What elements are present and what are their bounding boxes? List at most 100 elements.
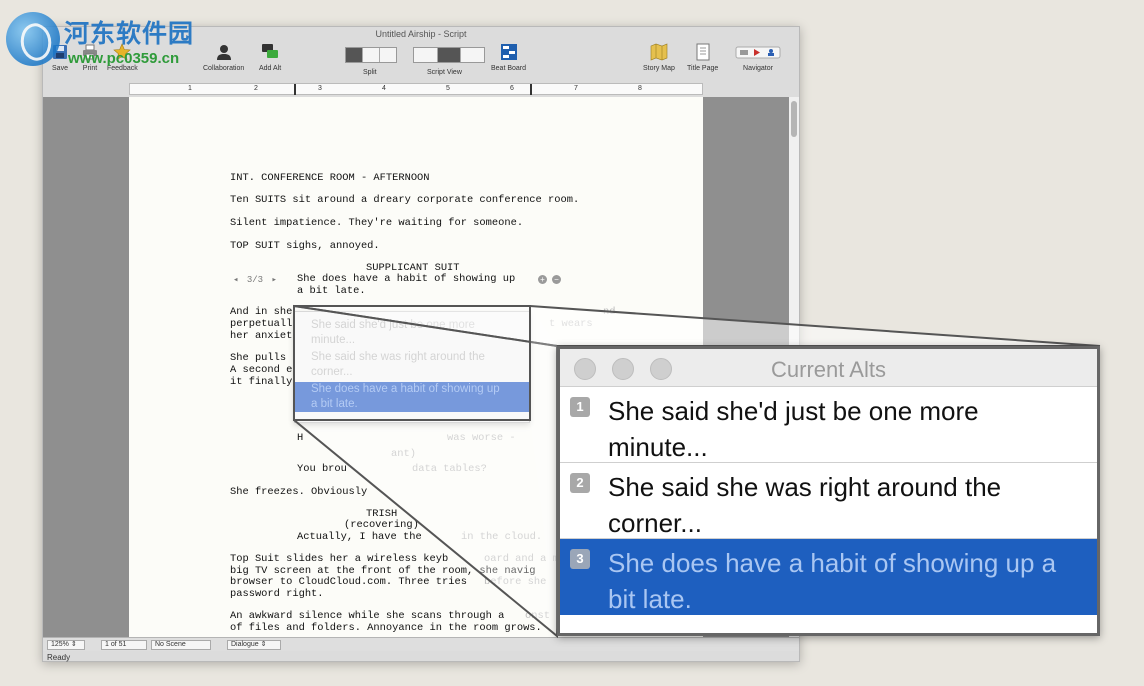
popup-alt-item-selected[interactable]: a bit late. <box>295 397 529 412</box>
alt-item-2[interactable]: 2 She said she was right around the corn… <box>560 463 1097 539</box>
ready-status: Ready <box>47 653 71 662</box>
document-icon <box>696 43 710 61</box>
current-alts-window: Current Alts 1 She said she'd just be on… <box>557 346 1100 636</box>
story-map-label: Story Map <box>643 65 675 72</box>
popup-alt-item[interactable]: She said she was right around the <box>295 350 529 365</box>
split-toggle[interactable] <box>345 47 397 63</box>
ruler[interactable]: 1 2 3 4 5 6 7 8 <box>129 83 703 95</box>
popup-alt-item-selected[interactable]: She does have a habit of showing up <box>295 382 529 397</box>
action-line[interactable]: her anxiet <box>230 330 292 343</box>
dialogue-line[interactable]: Actually, I have the <box>297 531 422 544</box>
navigator-button[interactable]: Navigator <box>735 43 781 72</box>
alt-item-3-selected[interactable]: 3 She does have a habit of showing up a … <box>560 539 1097 615</box>
previous-alt-icon[interactable]: ◂ <box>233 275 238 285</box>
alt-text: She said she'd just be one more minute..… <box>608 396 979 462</box>
dialogue-line-obscured: was worse - <box>447 432 516 444</box>
title-page-button[interactable]: Title Page <box>687 43 718 72</box>
view-page-option[interactable] <box>414 48 438 62</box>
element-select[interactable]: Dialogue ⇕ <box>227 640 281 650</box>
action-line[interactable]: Silent impatience. They're waiting for s… <box>230 217 523 230</box>
split-vertical-option[interactable] <box>363 48 380 62</box>
popup-alt-item[interactable]: minute... <box>295 333 529 348</box>
dialogue-line-obscured: data tables? <box>412 463 487 475</box>
view-split-option[interactable] <box>461 48 484 62</box>
alt-text: She does have a habit of showing up a bi… <box>608 548 1057 614</box>
dialogue-line[interactable]: She does have a habit of showing up <box>297 273 515 286</box>
map-icon <box>650 43 668 61</box>
beat-board-label: Beat Board <box>491 65 527 72</box>
alt-number-badge: 2 <box>570 473 590 493</box>
watermark-title: 河东软件园 <box>64 19 195 48</box>
action-line[interactable]: An awkward silence while she scans throu… <box>230 610 504 623</box>
action-line-obscured: nd <box>603 306 616 318</box>
add-alt-button[interactable]: Add Alt <box>259 43 281 72</box>
title-page-label: Title Page <box>687 65 719 72</box>
scene-value: No Scene <box>155 641 186 648</box>
story-map-button[interactable]: Story Map <box>643 43 675 72</box>
popup-alt-item[interactable]: corner... <box>295 365 529 380</box>
view-normal-option[interactable] <box>437 48 462 62</box>
next-alt-icon[interactable]: ▸ <box>271 275 276 285</box>
action-line-obscured: t wears <box>549 318 593 330</box>
split-single-option[interactable] <box>346 48 363 62</box>
action-line[interactable]: TOP SUIT sighs, annoyed. <box>230 240 380 253</box>
page-value: 1 of 51 <box>105 641 127 648</box>
alts-popup: She said she'd just be one more minute..… <box>294 311 530 423</box>
people-icon <box>216 45 231 60</box>
action-line[interactable]: Ten SUITS sit around a dreary corporate … <box>230 194 579 207</box>
dialogue-line-obscured: in the cloud. <box>461 531 543 543</box>
action-line[interactable]: She freezes. Obviously <box>230 486 367 499</box>
action-line[interactable]: password right. <box>230 588 324 601</box>
split-label: Split <box>363 69 377 76</box>
stepper-icon: ⇕ <box>260 641 267 648</box>
remove-alt-icon[interactable]: − <box>552 275 561 284</box>
watermark-logo-icon <box>6 12 60 66</box>
scrollbar-thumb[interactable] <box>791 101 797 137</box>
action-line-obscured: before she <box>484 576 547 588</box>
current-alts-titlebar: Current Alts <box>560 349 1097 387</box>
action-line[interactable]: A second e <box>230 364 292 377</box>
element-value: Dialogue <box>231 641 259 648</box>
action-line[interactable]: And in she <box>230 306 292 319</box>
status-bar: 125% ⇕ 1 of 51 No Scene Dialogue ⇕ <box>43 637 799 651</box>
popup-alt-item[interactable]: She said she'd just be one more <box>295 318 529 333</box>
scene-select[interactable]: No Scene <box>151 640 211 650</box>
split-horizontal-option[interactable] <box>380 48 396 62</box>
ruler-tab-marker[interactable] <box>530 84 532 95</box>
parenthetical-obscured: ant) <box>391 448 416 460</box>
action-line[interactable]: She pulls <box>230 352 286 365</box>
script-view-toggle[interactable] <box>413 47 485 63</box>
alt-number-badge: 1 <box>570 397 590 417</box>
action-line[interactable]: perpetuall <box>230 318 292 331</box>
add-alt-label: Add Alt <box>259 65 282 72</box>
action-line[interactable]: it finally <box>230 376 292 389</box>
zoom-value: 125% <box>51 641 69 648</box>
current-alts-title: Current Alts <box>771 357 886 382</box>
action-line[interactable]: Top Suit slides her a wireless keyb <box>230 553 448 566</box>
action-line[interactable]: browser to CloudCloud.com. Three tries <box>230 576 467 589</box>
dialogue-line[interactable]: You brou <box>297 463 347 476</box>
add-alt-icon[interactable]: + <box>538 275 547 284</box>
ruler-number: 1 <box>188 85 192 92</box>
navigator-icon <box>735 46 781 59</box>
ruler-indent-marker[interactable] <box>294 84 296 95</box>
beat-board-icon <box>500 44 517 60</box>
scene-heading[interactable]: INT. CONFERENCE ROOM - AFTERNOON <box>230 172 430 185</box>
dialogue-line[interactable]: H <box>297 432 303 445</box>
beat-board-button[interactable]: Beat Board <box>491 43 526 72</box>
alt-navigator[interactable]: ◂ 3/3 ▸ <box>233 275 277 285</box>
ruler-number: 3 <box>318 85 322 92</box>
ruler-number: 6 <box>510 85 514 92</box>
navigator-label: Navigator <box>743 65 773 72</box>
ruler-number: 8 <box>638 85 642 92</box>
action-line[interactable]: of files and folders. Annoyance in the r… <box>230 622 542 635</box>
alt-item-1[interactable]: 1 She said she'd just be one more minute… <box>560 387 1097 463</box>
left-gutter <box>43 97 129 637</box>
parenthetical[interactable]: (recovering) <box>344 519 419 532</box>
alt-text: She said she was right around the corner… <box>608 472 1002 538</box>
zoom-select[interactable]: 125% ⇕ <box>47 640 85 650</box>
dialogue-line[interactable]: a bit late. <box>297 285 366 298</box>
page-indicator[interactable]: 1 of 51 <box>101 640 147 650</box>
speech-bubbles-icon <box>262 44 279 58</box>
ruler-number: 7 <box>574 85 578 92</box>
